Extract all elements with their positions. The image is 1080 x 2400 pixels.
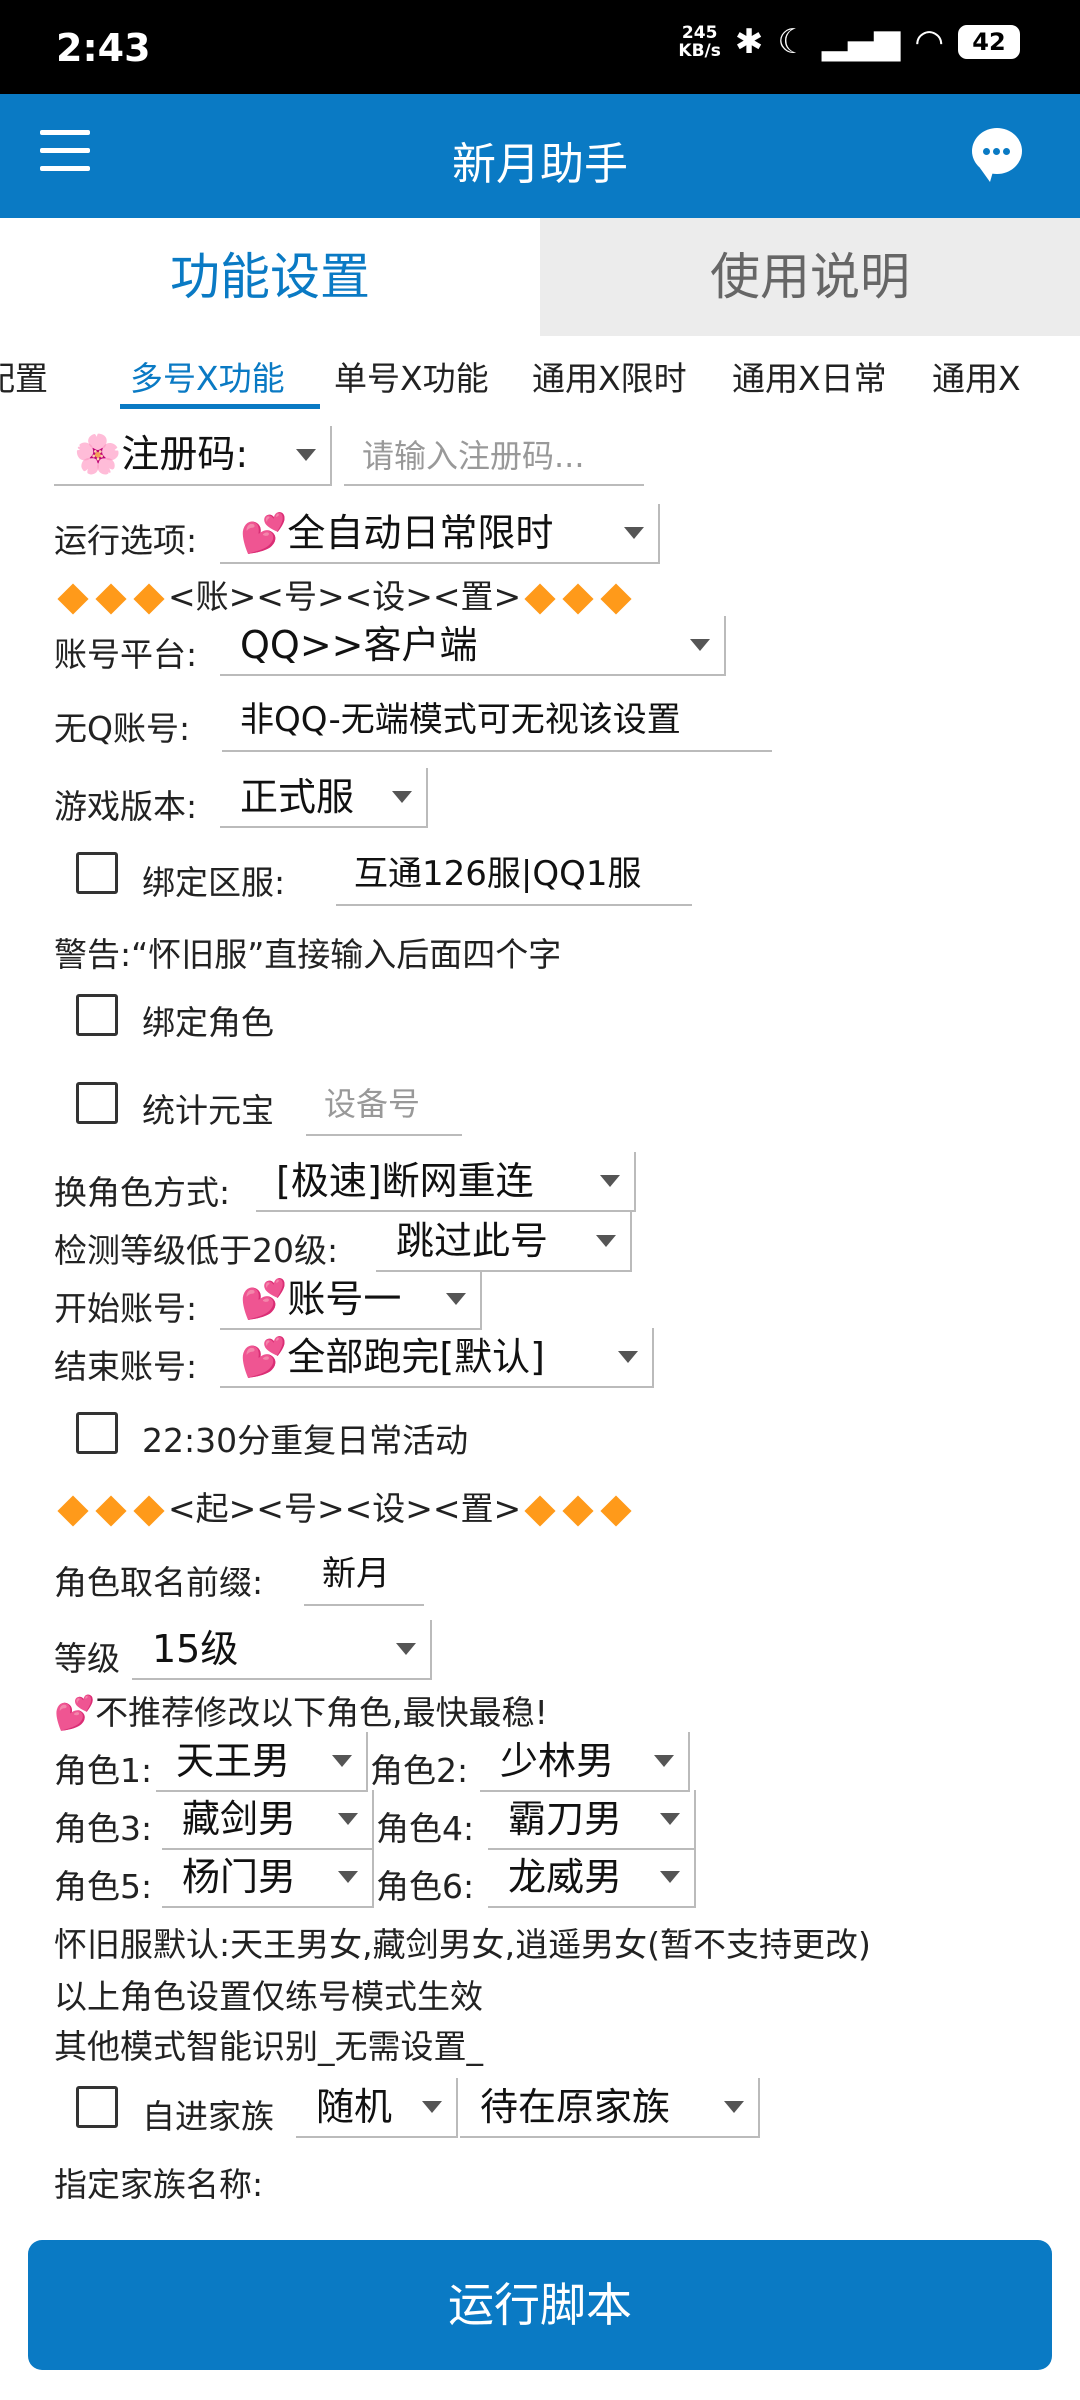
chevron-down-icon	[296, 449, 316, 461]
repeat-daily-label: 22:30分重复日常活动	[142, 1421, 469, 1460]
chevron-down-icon	[690, 639, 710, 651]
end-account-select[interactable]: 💕全部跑完[默认]	[220, 1328, 654, 1388]
chevron-down-icon	[596, 1235, 616, 1247]
role4-label: 角色4:	[376, 1809, 475, 1848]
warning-text: 警告:“怀旧服”直接输入后面四个字	[54, 935, 562, 974]
stat-ingot-checkbox[interactable]	[76, 1082, 118, 1124]
app-title: 新月助手	[452, 139, 628, 190]
reg-code-input[interactable]: 请输入注册码...	[344, 428, 644, 486]
battery-icon: 42	[958, 25, 1020, 59]
chat-icon[interactable]	[972, 128, 1022, 182]
noq-account-input[interactable]: 非QQ-无端模式可无视该设置	[222, 690, 772, 752]
bind-role-label: 绑定角色	[142, 1003, 274, 1042]
chevron-down-icon	[660, 1871, 680, 1883]
active-tab-indicator	[120, 404, 320, 409]
role2-label: 角色2:	[370, 1751, 469, 1790]
subtab-general-limited[interactable]: 通用X限时	[532, 352, 687, 400]
chevron-down-icon	[654, 1755, 674, 1767]
signal-icon: ▂▄▆	[821, 22, 901, 62]
role5-select[interactable]: 杨门男	[162, 1848, 374, 1908]
tab-instructions[interactable]: 使用说明	[540, 218, 1080, 336]
repeat-daily-checkbox[interactable]	[76, 1412, 118, 1454]
game-version-select[interactable]: 正式服	[220, 768, 428, 828]
device-id-input[interactable]: 设备号	[306, 1074, 462, 1136]
stat-ingot-label: 统计元宝	[142, 1091, 274, 1130]
level-select[interactable]: 15级	[132, 1620, 432, 1680]
chevron-down-icon	[624, 527, 644, 539]
subtab-single-account[interactable]: 单号X功能	[334, 352, 489, 400]
role-setting-note: 以上角色设置仅练号模式生效	[54, 1977, 483, 2016]
status-time: 2:43	[56, 26, 151, 70]
noq-account-label: 无Q账号:	[54, 709, 191, 748]
run-option-select[interactable]: 💕全自动日常限时	[220, 504, 660, 564]
sub-tabs: 配置 多号X功能 单号X功能 通用X限时 通用X日常 通用X	[0, 340, 1080, 412]
family-mode-select[interactable]: 随机	[296, 2078, 458, 2138]
role1-select[interactable]: 天王男	[156, 1732, 368, 1792]
role5-label: 角色5:	[54, 1867, 153, 1906]
chevron-down-icon	[396, 1643, 416, 1655]
subtab-general-daily[interactable]: 通用X日常	[732, 352, 887, 400]
platform-label: 账号平台:	[54, 635, 198, 674]
auto-join-family-label: 自进家族	[142, 2097, 274, 2136]
chevron-down-icon	[600, 1175, 620, 1187]
role6-select[interactable]: 龙威男	[488, 1848, 696, 1908]
level-check-label: 检测等级低于20级:	[54, 1231, 339, 1270]
role3-select[interactable]: 藏剑男	[162, 1790, 374, 1850]
role6-label: 角色6:	[376, 1867, 475, 1906]
chevron-down-icon	[422, 2101, 442, 2113]
level-label: 等级	[54, 1639, 120, 1678]
run-option-label: 运行选项:	[54, 521, 198, 560]
bind-server-label: 绑定区服:	[142, 863, 286, 902]
subtab-config[interactable]: 配置	[0, 352, 48, 400]
prefix-input[interactable]: 新月	[304, 1544, 424, 1606]
naming-settings-header: <起><号><设><置>	[54, 1482, 635, 1530]
account-settings-header: <账><号><设><置>	[54, 570, 635, 618]
family-name-label: 指定家族名称:	[54, 2165, 264, 2204]
role2-select[interactable]: 少林男	[480, 1732, 690, 1792]
family-action-select[interactable]: 待在原家族	[460, 2078, 760, 2138]
run-script-button[interactable]: 运行脚本	[28, 2240, 1052, 2370]
main-tabs: 功能设置 使用说明	[0, 218, 1080, 336]
chevron-down-icon	[660, 1813, 680, 1825]
end-account-label: 结束账号:	[54, 1347, 198, 1386]
chevron-down-icon	[338, 1813, 358, 1825]
prefix-label: 角色取名前缀:	[54, 1563, 264, 1602]
role3-label: 角色3:	[54, 1809, 153, 1848]
bind-server-checkbox[interactable]	[76, 852, 118, 894]
chevron-down-icon	[338, 1871, 358, 1883]
start-account-label: 开始账号:	[54, 1289, 198, 1328]
auto-join-family-checkbox[interactable]	[76, 2086, 118, 2128]
chevron-down-icon	[392, 791, 412, 803]
status-icons: 245 KB/s ✱ ☾ ▂▄▆ ◠ 42	[678, 22, 1020, 62]
role4-select[interactable]: 霸刀男	[488, 1790, 696, 1850]
start-account-select[interactable]: 💕账号一	[220, 1270, 482, 1330]
subtab-general-more[interactable]: 通用X	[932, 352, 1021, 400]
switch-role-select[interactable]: [极速]断网重连	[256, 1152, 636, 1212]
recommend-note: 💕不推荐修改以下角色,最快最稳!	[54, 1693, 548, 1732]
nostalgic-default-note: 怀旧服默认:天王男女,藏剑男女,逍遥男女(暂不支持更改)	[54, 1925, 871, 1964]
chevron-down-icon	[618, 1351, 638, 1363]
wifi-icon: ◠	[914, 22, 944, 62]
game-version-label: 游戏版本:	[54, 787, 198, 826]
level-check-select[interactable]: 跳过此号	[376, 1212, 632, 1272]
reg-code-select[interactable]: 🌸注册码:	[54, 426, 332, 486]
chevron-down-icon	[332, 1755, 352, 1767]
subtab-multi-account[interactable]: 多号X功能	[130, 352, 285, 400]
platform-select[interactable]: QQ>>客户端	[220, 616, 726, 676]
bind-server-input[interactable]: 互通126服|QQ1服	[336, 844, 692, 906]
chevron-down-icon	[724, 2101, 744, 2113]
app-bar: 新月助手	[0, 94, 1080, 218]
network-speed: 245 KB/s	[678, 23, 721, 61]
chevron-down-icon	[446, 1293, 466, 1305]
do-not-disturb-icon: ☾	[777, 22, 808, 62]
smart-detect-note: 其他模式智能识别_无需设置_	[54, 2027, 483, 2066]
role1-label: 角色1:	[54, 1751, 153, 1790]
switch-role-label: 换角色方式:	[54, 1173, 231, 1212]
tab-function-settings[interactable]: 功能设置	[0, 218, 540, 336]
status-bar: 2:43 245 KB/s ✱ ☾ ▂▄▆ ◠ 42	[0, 0, 1080, 94]
bluetooth-icon: ✱	[734, 22, 764, 62]
bind-role-checkbox[interactable]	[76, 994, 118, 1036]
